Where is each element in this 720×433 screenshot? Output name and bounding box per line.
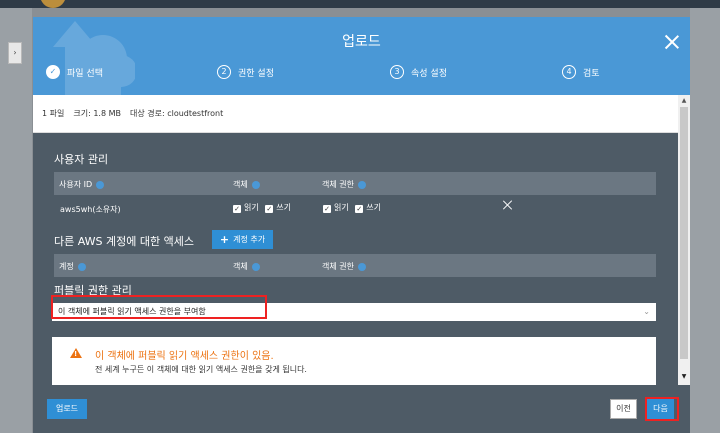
app-topbar xyxy=(0,0,720,8)
object-permission-checks: ✓ 읽기 ✓ 쓰기 xyxy=(233,203,292,213)
sidebar-toggle-icon[interactable]: › xyxy=(8,42,22,64)
step-number: 2 xyxy=(217,65,231,79)
previous-button[interactable]: 이전 xyxy=(610,399,637,419)
vertical-scrollbar[interactable]: ▲ ▼ xyxy=(678,95,690,385)
step-label: 속성 설정 xyxy=(411,68,447,79)
info-icon[interactable] xyxy=(357,262,366,271)
column-account: 계정 xyxy=(59,261,86,272)
warning-icon: ! xyxy=(70,348,82,358)
upload-cloud-icon xyxy=(53,21,135,95)
column-object: 객체 xyxy=(233,179,260,190)
object-read-checkbox[interactable]: ✓ xyxy=(233,205,241,213)
chevron-down-icon: ⌄ xyxy=(643,307,650,316)
public-access-warning: ! 이 객체에 퍼블릭 읽기 액세스 권한이 있음. 전 세계 누구든 이 객체… xyxy=(52,337,656,385)
dialog-header: 업로드 ✓ 파일 선택 2 권한 설정 3 속성 설정 4 검토 xyxy=(33,17,690,95)
scroll-up-icon[interactable]: ▲ xyxy=(678,97,690,105)
background-panel-right xyxy=(690,8,720,433)
info-icon[interactable] xyxy=(251,180,260,189)
highlight-box xyxy=(51,295,267,319)
user-management-title: 사용자 관리 xyxy=(54,153,109,166)
dialog-footer: 업로드 이전 다음 xyxy=(33,385,690,433)
accounts-table-header: 계정 객체 객체 권한 xyxy=(54,254,656,277)
step-review[interactable]: 4 검토 xyxy=(562,64,600,80)
plus-icon: + xyxy=(219,233,230,246)
column-user-id: 사용자 ID xyxy=(59,179,105,190)
step-number: 4 xyxy=(562,65,576,79)
target-path: 대상 경로: cloudtestfront xyxy=(129,109,224,118)
file-count: 1 파일 xyxy=(42,109,65,118)
info-icon[interactable] xyxy=(77,262,86,271)
warning-title: 이 객체에 퍼블릭 읽기 액세스 권한이 있음. xyxy=(95,351,274,362)
step-label: 파일 선택 xyxy=(67,68,103,79)
upload-button[interactable]: 업로드 xyxy=(47,399,87,419)
background-panel-left xyxy=(0,8,32,433)
acl-write-checkbox[interactable]: ✓ xyxy=(355,205,364,213)
step-label: 검토 xyxy=(583,68,600,79)
check-icon: ✓ xyxy=(46,65,60,79)
scroll-thumb[interactable] xyxy=(680,107,688,359)
highlight-box xyxy=(645,397,679,421)
add-account-button[interactable]: + 계정 추가 xyxy=(212,230,273,249)
other-accounts-title: 다른 AWS 계정에 대한 액세스 xyxy=(54,235,194,248)
step-label: 권한 설정 xyxy=(238,68,274,79)
upload-dialog: 업로드 ✓ 파일 선택 2 권한 설정 3 속성 설정 4 검토 1 파일 크기… xyxy=(33,17,690,433)
owner-user-id: aws5wh(소유자) xyxy=(60,205,121,214)
user-table-header: 사용자 ID 객체 객체 권한 xyxy=(54,172,656,195)
close-icon[interactable] xyxy=(664,34,680,50)
info-icon[interactable] xyxy=(357,180,366,189)
step-properties[interactable]: 3 속성 설정 xyxy=(390,64,447,80)
warning-description: 전 세계 누구든 이 객체에 대한 읽기 액세스 권한을 갖게 됩니다. xyxy=(95,365,307,374)
step-number: 3 xyxy=(390,65,404,79)
column-object: 객체 xyxy=(233,261,260,272)
step-permissions[interactable]: 2 권한 설정 xyxy=(217,64,274,80)
column-object-permissions: 객체 권한 xyxy=(322,179,366,190)
scroll-down-icon[interactable]: ▼ xyxy=(678,373,690,383)
file-summary-bar: 1 파일 크기: 1.8 MB 대상 경로: cloudtestfront xyxy=(33,95,678,133)
file-size: 크기: 1.8 MB xyxy=(73,109,121,118)
remove-user-icon[interactable] xyxy=(503,200,513,210)
info-icon[interactable] xyxy=(251,262,260,271)
acl-permission-checks: ✓ 읽기 ✓ 쓰기 xyxy=(323,203,382,213)
step-select-files[interactable]: ✓ 파일 선택 xyxy=(46,64,103,80)
dialog-title: 업로드 xyxy=(342,34,381,50)
object-write-checkbox[interactable]: ✓ xyxy=(265,205,274,213)
column-object-permissions: 객체 권한 xyxy=(322,261,366,272)
info-icon[interactable] xyxy=(96,180,105,189)
acl-read-checkbox[interactable]: ✓ xyxy=(323,205,331,213)
